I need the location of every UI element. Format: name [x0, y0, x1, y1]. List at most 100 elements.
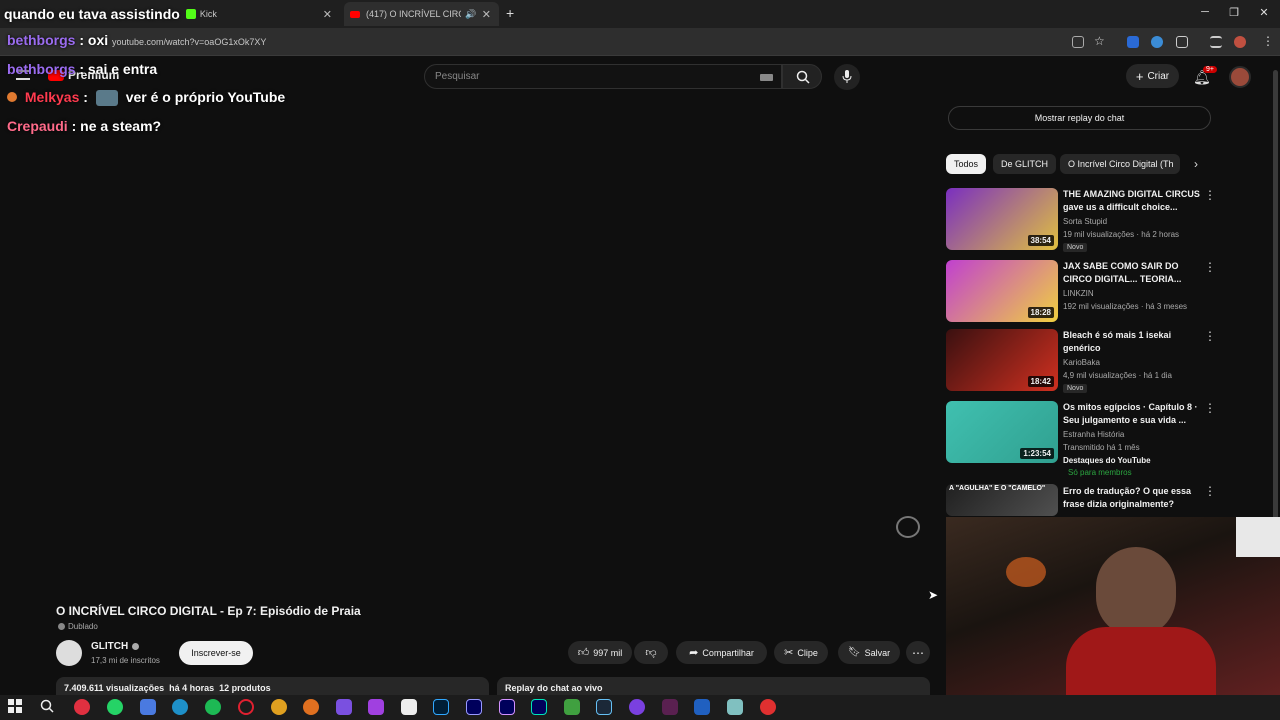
kebab-menu-icon[interactable]: ⋮ [1204, 260, 1216, 274]
extension-audio-icon[interactable] [1127, 36, 1139, 48]
video-stats: 7.409.611 visualizações há 4 horas 12 pr… [64, 683, 271, 693]
like-button[interactable]: 👍︎ 997 mil [568, 641, 632, 664]
chat-separator: : [79, 61, 85, 77]
chrome-icon[interactable] [271, 699, 287, 715]
description-box[interactable]: 7.409.611 visualizações há 4 horas 12 pr… [56, 677, 489, 695]
show-chat-replay-button[interactable]: Mostrar replay do chat [948, 106, 1211, 130]
app-icon-7[interactable] [694, 699, 710, 715]
app-icon-6[interactable] [662, 699, 678, 715]
recommendation-item[interactable]: 18:28 JAX SABE COMO SAIR DO CIRCO DIGITA… [946, 260, 1276, 324]
create-button[interactable]: + Criar [1126, 64, 1179, 88]
chat-username: Crepaudi [7, 118, 68, 134]
new-tab-button[interactable]: + [506, 5, 514, 21]
video-duration: 18:28 [1027, 307, 1054, 318]
chip-de-glitch[interactable]: De GLITCH [993, 154, 1057, 174]
more-actions-button[interactable]: ⋯ [906, 641, 930, 664]
keyboard-icon[interactable] [760, 74, 773, 81]
figma-icon[interactable] [368, 699, 384, 715]
rec-channel[interactable]: Estranha História [1063, 430, 1124, 439]
browser-menu-icon[interactable]: ⋮ [1262, 34, 1274, 48]
new-badge: Novo [1063, 243, 1088, 252]
share-button[interactable]: ➦ Compartilhar [676, 641, 767, 664]
app-icon-2[interactable] [140, 699, 156, 715]
tab-youtube[interactable]: (417) O INCRÍVEL CIRCO DI 🔊 ✕ [344, 2, 499, 26]
blender-icon[interactable] [303, 699, 319, 715]
user-avatar[interactable] [1229, 66, 1251, 88]
search-icon[interactable] [40, 699, 56, 715]
mic-button[interactable] [834, 64, 860, 90]
minimize-icon[interactable]: ─ [1197, 6, 1213, 18]
recommendation-item[interactable]: 1:23:54 Os mitos egípcios · Capítulo 8 ·… [946, 401, 1276, 481]
recommendation-item[interactable]: A "AGULHA" E O "CAMELO" Erro de tradução… [946, 484, 1276, 516]
recommendation-item[interactable]: 18:42 Bleach é só mais 1 isekai genérico… [946, 329, 1276, 393]
video-thumbnail[interactable]: 38:54 [946, 188, 1058, 250]
rec-title[interactable]: JAX SABE COMO SAIR DO CIRCO DIGITAL... T… [1063, 260, 1205, 286]
video-thumbnail[interactable]: 18:42 [946, 329, 1058, 391]
rec-title[interactable]: Os mitos egípcios · Capítulo 8 · Seu jul… [1063, 401, 1205, 427]
app-icon-4[interactable] [564, 699, 580, 715]
app-icon-5[interactable] [629, 699, 645, 715]
video-player[interactable] [0, 100, 936, 590]
kebab-menu-icon[interactable]: ⋮ [1204, 188, 1216, 202]
windows-taskbar [0, 695, 1280, 720]
app-icon-1[interactable] [74, 699, 90, 715]
profile-avatar[interactable] [1234, 36, 1246, 48]
chat-replay-box[interactable]: Replay do chat ao vivo [497, 677, 930, 695]
thumbnail-text: A "AGULHA" E O "CAMELO" [949, 485, 1046, 492]
reading-list-icon[interactable] [1210, 36, 1222, 48]
spotify-icon[interactable] [205, 699, 221, 715]
close-icon[interactable]: ✕ [323, 8, 332, 21]
whatsapp-icon[interactable] [107, 699, 123, 715]
search-button[interactable] [782, 64, 822, 89]
obs-icon[interactable] [760, 699, 776, 715]
tab-kick[interactable]: quando eu tava assistindo Kick ✕ [0, 2, 340, 26]
magnifier-icon [40, 699, 54, 713]
notion-icon[interactable] [401, 699, 417, 715]
windows-start-icon[interactable] [8, 699, 24, 715]
recommendation-item[interactable]: 38:54 THE AMAZING DIGITAL CIRCUS gave us… [946, 188, 1276, 252]
save-button[interactable]: 🔖︎ Salvar [838, 641, 900, 664]
search-input[interactable]: Pesquisar [424, 64, 782, 89]
channel-avatar[interactable] [56, 640, 82, 666]
rec-channel[interactable]: LINKZIN [1063, 289, 1094, 298]
chevron-right-icon[interactable]: › [1194, 157, 1198, 171]
chip-circo-digital[interactable]: O Incrível Circo Digital (Th [1060, 154, 1180, 174]
after-effects-icon[interactable] [499, 699, 515, 715]
chip-todos[interactable]: Todos [946, 154, 987, 174]
dislike-button[interactable]: 👎︎ [634, 641, 668, 664]
kebab-menu-icon[interactable]: ⋮ [1204, 484, 1216, 498]
close-window-icon[interactable]: ✕ [1256, 6, 1272, 19]
opera-icon[interactable] [238, 699, 254, 715]
rec-title[interactable]: THE AMAZING DIGITAL CIRCUS gave us a dif… [1063, 188, 1205, 214]
restore-icon[interactable]: ❐ [1226, 6, 1242, 19]
url-field[interactable]: youtube.com/watch?v=oaOG1xOk7XY [112, 37, 266, 47]
video-thumbnail[interactable]: 18:28 [946, 260, 1058, 322]
app-icon-8[interactable] [727, 699, 743, 715]
premiere-icon[interactable] [466, 699, 482, 715]
person-icon [58, 623, 65, 630]
rec-channel[interactable]: Sorta Stupid [1063, 217, 1107, 226]
photoshop-icon[interactable] [433, 699, 449, 715]
extension-icon[interactable] [1151, 36, 1163, 48]
speaker-icon[interactable]: 🔊 [465, 9, 476, 20]
steam-icon[interactable] [596, 699, 612, 715]
close-icon[interactable]: ✕ [482, 8, 491, 21]
app-icon-3[interactable] [336, 699, 352, 715]
video-thumbnail[interactable]: A "AGULHA" E O "CAMELO" [946, 484, 1058, 516]
bookmark-star-icon[interactable]: ☆ [1094, 34, 1105, 48]
audition-icon[interactable] [531, 699, 547, 715]
subscribe-button[interactable]: Inscrever-se [179, 641, 253, 665]
kebab-menu-icon[interactable]: ⋮ [1204, 401, 1216, 415]
members-only-badge: Só para membros [1068, 468, 1132, 477]
rec-channel[interactable]: KarioBaka [1063, 358, 1100, 367]
channel-name[interactable]: GLITCH [91, 641, 128, 652]
kebab-menu-icon[interactable]: ⋮ [1204, 329, 1216, 343]
edge-icon[interactable] [172, 699, 188, 715]
rec-title[interactable]: Erro de tradução? O que essa frase dizia… [1063, 485, 1205, 511]
extensions-puzzle-icon[interactable] [1176, 36, 1188, 48]
rec-title[interactable]: Bleach é só mais 1 isekai genérico [1063, 329, 1205, 355]
page-scrollbar[interactable] [1273, 70, 1278, 530]
video-thumbnail[interactable]: 1:23:54 [946, 401, 1058, 463]
cast-icon[interactable] [1072, 36, 1084, 48]
clip-button[interactable]: ✂ Clipe [774, 641, 828, 664]
